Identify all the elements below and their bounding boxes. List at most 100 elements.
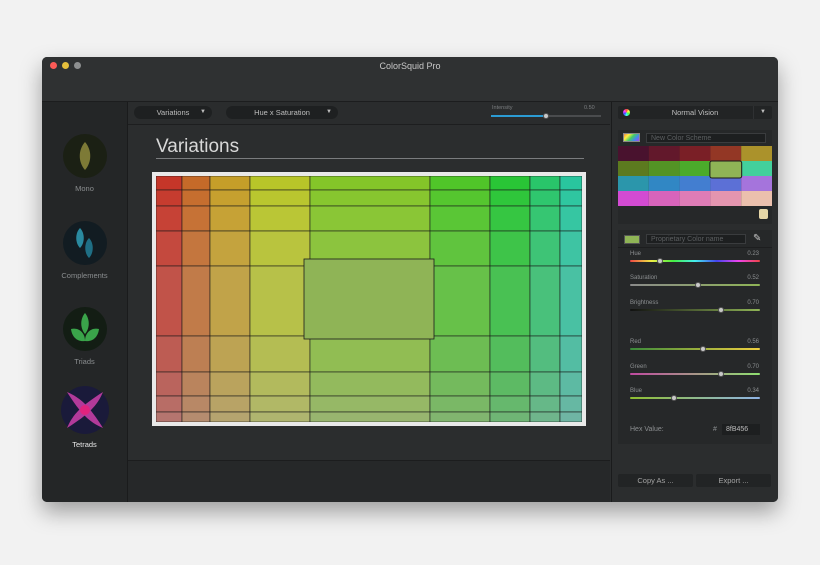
variation-cell[interactable] — [429, 205, 491, 232]
scheme-swatch[interactable] — [618, 146, 649, 161]
variation-cell[interactable] — [156, 176, 183, 191]
variation-cell[interactable] — [489, 395, 531, 413]
variation-cell[interactable] — [156, 371, 183, 397]
variation-cell[interactable] — [209, 176, 251, 191]
scheme-swatches[interactable] — [618, 146, 772, 206]
variation-cell[interactable] — [489, 176, 531, 191]
variation-cell[interactable] — [181, 205, 211, 232]
variation-cell[interactable] — [156, 230, 183, 267]
variation-cell[interactable] — [209, 189, 251, 207]
variation-cell[interactable] — [249, 189, 311, 207]
variation-cell[interactable] — [249, 265, 311, 337]
scheme-swatch[interactable] — [741, 161, 772, 176]
scheme-swatch[interactable] — [648, 146, 680, 161]
blue-slider[interactable] — [630, 395, 760, 401]
slider-knob[interactable] — [718, 307, 724, 313]
variation-cell[interactable] — [489, 265, 531, 337]
hex-value-input[interactable]: 8fB456 — [722, 424, 760, 435]
variation-cell[interactable] — [429, 371, 491, 397]
variation-cell[interactable] — [181, 265, 211, 337]
scheme-swatch[interactable] — [648, 191, 680, 206]
variation-cell[interactable] — [181, 189, 211, 207]
variation-cell[interactable] — [309, 371, 431, 397]
variation-cell[interactable] — [559, 176, 582, 191]
variation-cell[interactable] — [156, 205, 183, 232]
variation-cell[interactable] — [429, 265, 491, 337]
variation-cell[interactable] — [209, 371, 251, 397]
scheme-swatch[interactable] — [618, 161, 649, 176]
scheme-swatch[interactable] — [741, 146, 772, 161]
variation-cell[interactable] — [559, 189, 582, 207]
variation-cell[interactable] — [529, 335, 561, 373]
copy-as-button[interactable]: Copy As ... — [618, 474, 693, 487]
variation-cell[interactable] — [181, 230, 211, 267]
variation-cell[interactable] — [309, 176, 431, 191]
variation-cell[interactable] — [181, 335, 211, 373]
scheme-swatch[interactable] — [679, 191, 711, 206]
variation-cell[interactable] — [429, 395, 491, 413]
sidebar-item-tetrads[interactable]: Tetrads — [42, 386, 127, 449]
variation-cell[interactable] — [529, 411, 561, 422]
variation-cell[interactable] — [529, 265, 561, 337]
variation-cell[interactable] — [249, 176, 311, 191]
variation-cell[interactable] — [559, 205, 582, 232]
variation-cell[interactable] — [156, 395, 183, 413]
variation-cell[interactable] — [181, 395, 211, 413]
variation-cell[interactable] — [156, 265, 183, 337]
lock-icon[interactable] — [759, 209, 768, 219]
sidebar-item-triads[interactable]: Triads — [42, 307, 127, 366]
variation-cell[interactable] — [249, 395, 311, 413]
variation-cell[interactable] — [209, 205, 251, 232]
sidebar-item-complements[interactable]: Complements — [42, 221, 127, 280]
scheme-swatch[interactable] — [679, 161, 711, 176]
intensity-slider[interactable] — [491, 113, 601, 119]
variation-cell[interactable] — [529, 189, 561, 207]
mode-dropdown[interactable]: Hue x Saturation ▼ — [226, 106, 338, 119]
variation-cell[interactable] — [249, 371, 311, 397]
scheme-swatch[interactable] — [710, 191, 742, 206]
variation-cell[interactable] — [429, 176, 491, 191]
saturation-slider[interactable] — [630, 282, 760, 288]
variation-cell[interactable] — [559, 371, 582, 397]
selected-variation-cell[interactable] — [303, 258, 435, 340]
export-button[interactable]: Export ... — [696, 474, 771, 487]
variation-cell[interactable] — [429, 411, 491, 422]
variation-cell[interactable] — [209, 230, 251, 267]
variation-cell[interactable] — [429, 230, 491, 267]
variation-cell[interactable] — [559, 265, 582, 337]
variation-cell[interactable] — [209, 395, 251, 413]
variations-dropdown[interactable]: Variations ▼ — [134, 106, 212, 119]
scheme-name-input[interactable]: New Color Scheme — [646, 133, 766, 143]
variation-cell[interactable] — [489, 371, 531, 397]
variation-cell[interactable] — [181, 411, 211, 422]
variation-cell[interactable] — [249, 230, 311, 267]
red-slider[interactable] — [630, 346, 760, 352]
scheme-swatch[interactable] — [648, 176, 680, 191]
sidebar-item-mono[interactable]: Mono — [42, 134, 127, 193]
eyedropper-icon[interactable]: ✎ — [753, 233, 761, 244]
selected-scheme-swatch[interactable] — [709, 160, 743, 179]
variation-cell[interactable] — [156, 189, 183, 207]
variation-cell[interactable] — [156, 335, 183, 373]
variation-cell[interactable] — [429, 335, 491, 373]
variation-cell[interactable] — [249, 411, 311, 422]
variation-cell[interactable] — [489, 205, 531, 232]
scheme-swatch[interactable] — [741, 191, 772, 206]
slider-knob[interactable] — [699, 346, 706, 352]
variations-grid[interactable] — [156, 176, 582, 422]
variation-cell[interactable] — [489, 230, 531, 267]
variation-cell[interactable] — [489, 189, 531, 207]
variation-cell[interactable] — [489, 335, 531, 373]
variation-cell[interactable] — [309, 205, 431, 232]
variation-cell[interactable] — [309, 189, 431, 207]
slider-knob[interactable] — [656, 258, 663, 264]
scheme-swatch[interactable] — [679, 176, 711, 191]
scheme-swatch[interactable] — [679, 146, 711, 161]
variation-cell[interactable] — [559, 411, 582, 422]
variation-cell[interactable] — [156, 411, 183, 422]
variation-cell[interactable] — [529, 230, 561, 267]
variation-cell[interactable] — [529, 395, 561, 413]
slider-knob[interactable] — [694, 282, 701, 288]
variation-cell[interactable] — [529, 205, 561, 232]
variation-cell[interactable] — [529, 176, 561, 191]
